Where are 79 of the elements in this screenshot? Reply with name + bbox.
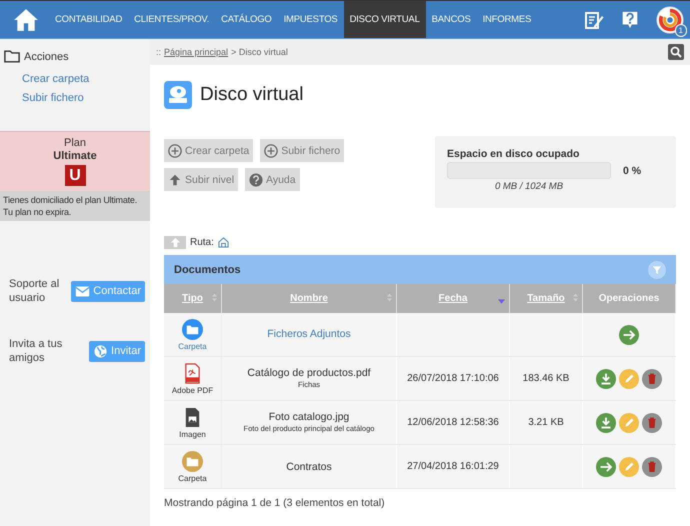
file-size: 3.21 KB [528,417,564,428]
disk-usage-percent: 0 % [623,164,642,176]
column-header[interactable]: Tamaño [510,284,582,313]
action-button[interactable]: Subir fichero [260,139,344,162]
actions-heading: Acciones [24,50,69,62]
invite-text: Invita a tus amigos [9,337,64,365]
file-type-label: Imagen [179,430,206,438]
support-text: Soporte al usuario [9,277,60,305]
contact-button[interactable]: Contactar [71,280,145,302]
column-header: Operaciones [582,284,676,313]
globe-icon [93,344,108,358]
nav-tab[interactable]: INFORMES [476,1,538,38]
file-type-label: Adobe PDF [172,386,214,394]
breadcrumb-separator: :: [156,47,162,57]
plus-circle-icon [264,144,278,158]
arrow-right-button[interactable] [619,324,639,344]
file-name: Catálogo de productos.pdf [246,366,372,378]
pagination-summary: Mostrando página 1 de 1 (3 elementos en total) [164,497,386,509]
file-name: Foto catalogo.jpg [268,410,350,422]
arrow-right-button[interactable] [596,456,616,476]
breadcrumb-link[interactable]: Página principal [164,47,228,57]
file-name: Contratos [285,460,333,472]
file-size: 183.46 KB [522,373,570,384]
sidebar-link[interactable]: Subir fichero [0,92,150,104]
download-button[interactable] [596,368,616,388]
sort-icon [212,293,217,302]
help-icon [249,172,264,186]
sort-icon [387,293,392,302]
trash-button[interactable] [642,368,662,388]
avatar-logo-icon[interactable] [656,6,684,34]
download-button[interactable] [596,412,616,432]
nav-tab[interactable]: CATÁLOGO [215,1,278,38]
disk-usage-amount: 0 MB / 1024 MB [494,181,564,192]
column-header[interactable]: Nombre [222,284,396,313]
envelope-icon [75,284,90,298]
folder-link[interactable]: Ficheros Adjuntos [267,328,351,340]
up-arrow-icon [168,172,182,186]
folder-icon [4,50,20,63]
plus-circle-icon [168,144,182,158]
folder-icon [182,450,203,472]
up-arrow-icon [170,237,180,248]
action-button[interactable]: Crear carpeta [164,139,254,162]
sort-descending-icon [498,299,505,304]
file-date: 26/07/2018 17:10:06 [407,373,499,384]
hard-drive-icon [164,81,192,109]
action-button[interactable]: Ayuda [245,168,300,191]
sidebar-link[interactable]: Crear carpeta [0,73,150,85]
column-header[interactable]: Tipo [164,284,222,313]
help-icon[interactable] [620,10,640,30]
documents-title: Documentos [174,264,241,276]
column-header[interactable]: Fecha [396,284,510,313]
plan-name: Ultimate [53,150,97,162]
home-icon[interactable] [13,8,39,32]
invite-button[interactable]: Invitar [89,340,145,362]
nav-tab[interactable]: CONTABILIDAD [49,1,128,38]
trash-button[interactable] [642,456,662,476]
path-label: Ruta: [190,237,214,248]
file-type-label: Carpeta [178,474,207,482]
nav-tab[interactable]: IMPUESTOS [278,1,344,38]
sort-icon [573,293,578,302]
plan-label: Plan [64,137,86,149]
disk-usage-title: Espacio en disco ocupado [447,148,580,160]
file-date: 27/04/2018 16:01:29 [407,461,499,472]
file-type-label: Carpeta [178,342,207,350]
page-title: Disco virtual [200,84,304,106]
plan-note: Tienes domiciliado el plan Ultimate. Tu plan no expira. [0,191,150,221]
breadcrumb-current: > Disco virtual [231,47,288,57]
action-button[interactable]: Subir nivel [164,168,238,191]
pdf-file-icon [182,362,203,384]
notepad-pencil-icon[interactable] [584,10,604,30]
folder-icon [182,318,203,340]
plan-letter-badge: U [64,165,86,186]
nav-tab[interactable]: CLIENTES/PROV. [128,1,216,38]
home-icon[interactable] [218,237,229,248]
file-date: 12/06/2018 12:58:36 [407,417,499,428]
nav-tab[interactable]: DISCO VIRTUAL [344,1,426,38]
search-icon[interactable] [668,44,684,60]
nav-tab[interactable]: BANCOS [426,1,477,38]
trash-button[interactable] [642,412,662,432]
